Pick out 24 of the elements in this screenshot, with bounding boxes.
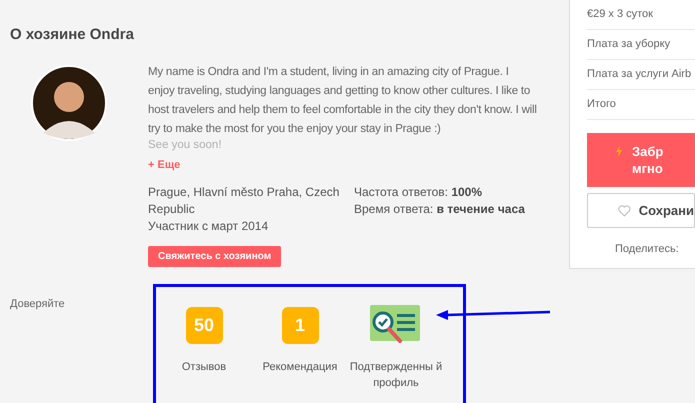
book-button[interactable]: Забр мгно (587, 133, 695, 187)
section-title: О хозяине Ondra (10, 25, 135, 45)
member-since: Участник с март 2014 (148, 218, 270, 234)
more-link[interactable]: + Еще (148, 156, 180, 173)
count-badge: 50 (186, 307, 222, 344)
response-time: Время ответа: в течение часа (354, 200, 525, 218)
badge-label: Отзывов (180, 360, 228, 374)
count-badge: 1 (282, 307, 318, 344)
contact-host-button[interactable]: Свяжитесь с хозяином (148, 246, 282, 266)
host-description: My name is Ondra and I'm a student, living in an amazing city of Prague. I enjoy traveling, studying languages and getting to know other cultures. I like to host travelers and help them to feel comfortable in the city they don't know. I will try to make the most for you the enjoy your stay in Prague :) (148, 64, 538, 136)
price-row-label: Плата за услуги Airb (587, 67, 692, 82)
price-row-label: Плата за уборку (587, 37, 670, 52)
host-location: Prague, Hlavní město Praha, Czech Republic (148, 184, 340, 218)
price-row-label: €29 x 3 суток (587, 7, 653, 22)
lightning-icon (616, 146, 622, 157)
host-description-faded: See you soon! (148, 138, 223, 152)
badge-label: Подтвержденны й профиль (348, 360, 444, 390)
badge-label: Рекомендация (262, 360, 338, 374)
save-button[interactable]: Сохрани (587, 193, 695, 228)
price-row-label: Итого (587, 97, 616, 112)
trust-label: Доверяйте (10, 296, 66, 312)
heart-icon (618, 204, 631, 216)
response-rate: Частота ответов: 100% (354, 184, 484, 200)
share-label: Поделитесь: (615, 242, 680, 257)
